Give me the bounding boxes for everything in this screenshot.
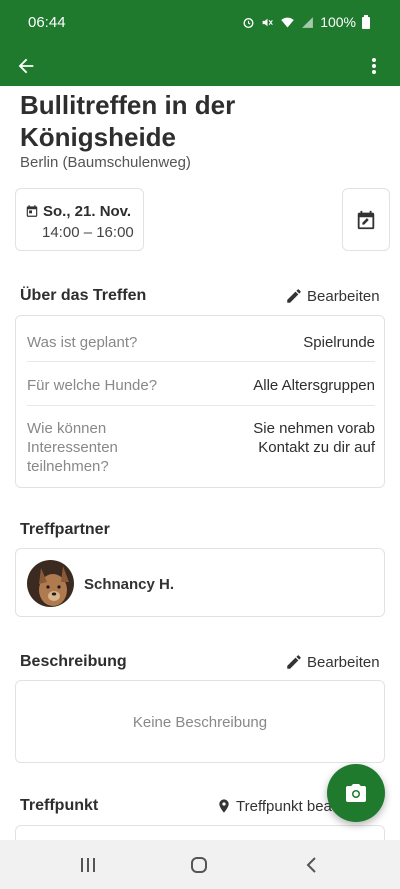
calendar-edit-icon <box>357 210 375 229</box>
chevron-left-icon <box>306 857 316 873</box>
partner-card[interactable]: Schnancy H. <box>15 548 385 617</box>
location-pin-icon <box>219 799 229 813</box>
about-heading: Über das Treffen <box>20 287 147 304</box>
meeting-point-heading: Treffpunkt <box>20 797 99 814</box>
system-back-button[interactable] <box>305 856 317 879</box>
pencil-icon <box>287 289 301 303</box>
event-detail-content[interactable]: Bullitreffen in der Königsheide Berlin (… <box>0 86 400 840</box>
overflow-menu-button[interactable] <box>362 52 386 80</box>
info-label-dogs: Für welche Hunde? <box>27 377 158 394</box>
partner-heading: Treffpartner <box>20 521 110 538</box>
system-nav-bar <box>0 840 400 889</box>
info-label-participation: Wie können Interessenten teilnehmen? <box>27 420 118 475</box>
event-date: So., 21. Nov. <box>43 203 132 220</box>
camera-icon <box>346 784 366 802</box>
info-value-dogs: Alle Altersgruppen <box>253 377 375 394</box>
battery-icon <box>362 15 370 29</box>
description-heading: Beschreibung <box>20 653 127 670</box>
home-icon <box>191 857 207 873</box>
battery-percent: 100% <box>320 14 356 30</box>
recents-icon <box>81 858 95 872</box>
description-card: Keine Beschreibung <box>15 680 385 763</box>
event-location: Berlin (Baumschulenweg) <box>20 154 191 171</box>
info-value-plan: Spielrunde <box>303 334 375 351</box>
divider <box>27 405 375 406</box>
camera-fab-button[interactable] <box>327 764 385 822</box>
meeting-point-card[interactable] <box>15 825 385 840</box>
divider <box>27 361 375 362</box>
recents-button[interactable] <box>80 857 96 878</box>
event-title: Bullitreffen in der Königsheide <box>20 90 236 152</box>
wifi-icon <box>280 16 295 29</box>
calendar-icon <box>25 204 39 223</box>
alarm-icon <box>242 16 255 29</box>
meeting-point-edit-button[interactable]: Treffpunkt bea <box>216 797 332 815</box>
add-to-calendar-button[interactable] <box>342 188 390 251</box>
more-vert-icon <box>372 58 376 74</box>
home-button[interactable] <box>190 856 208 879</box>
pencil-icon <box>287 655 301 669</box>
avatar[interactable] <box>27 560 74 607</box>
about-card: Was ist geplant? Spielrunde Für welche H… <box>15 315 385 488</box>
status-icons: 100% <box>242 14 370 30</box>
mute-icon <box>261 16 274 29</box>
info-label-plan: Was ist geplant? <box>27 334 138 351</box>
status-bar: 06:44 100% <box>0 0 400 46</box>
description-edit-button[interactable]: Bearbeiten <box>285 653 380 671</box>
partner-name[interactable]: Schnancy H. <box>84 576 174 593</box>
description-edit-label: Bearbeiten <box>307 653 380 671</box>
signal-icon <box>301 16 314 29</box>
arrow-left-icon <box>18 58 34 74</box>
date-card: So., 21. Nov. 14:00 – 16:00 <box>15 188 144 251</box>
back-button[interactable] <box>12 52 40 80</box>
about-edit-button[interactable]: Bearbeiten <box>285 287 380 305</box>
meeting-point-edit-label: Treffpunkt bea <box>236 797 332 815</box>
description-empty-text: Keine Beschreibung <box>132 714 268 731</box>
event-time: 14:00 – 16:00 <box>42 224 134 241</box>
about-edit-label: Bearbeiten <box>307 287 380 305</box>
info-value-participation: Sie nehmen vorab Kontakt zu dir auf <box>253 420 375 456</box>
status-time: 06:44 <box>28 14 66 31</box>
app-bar <box>0 46 400 86</box>
